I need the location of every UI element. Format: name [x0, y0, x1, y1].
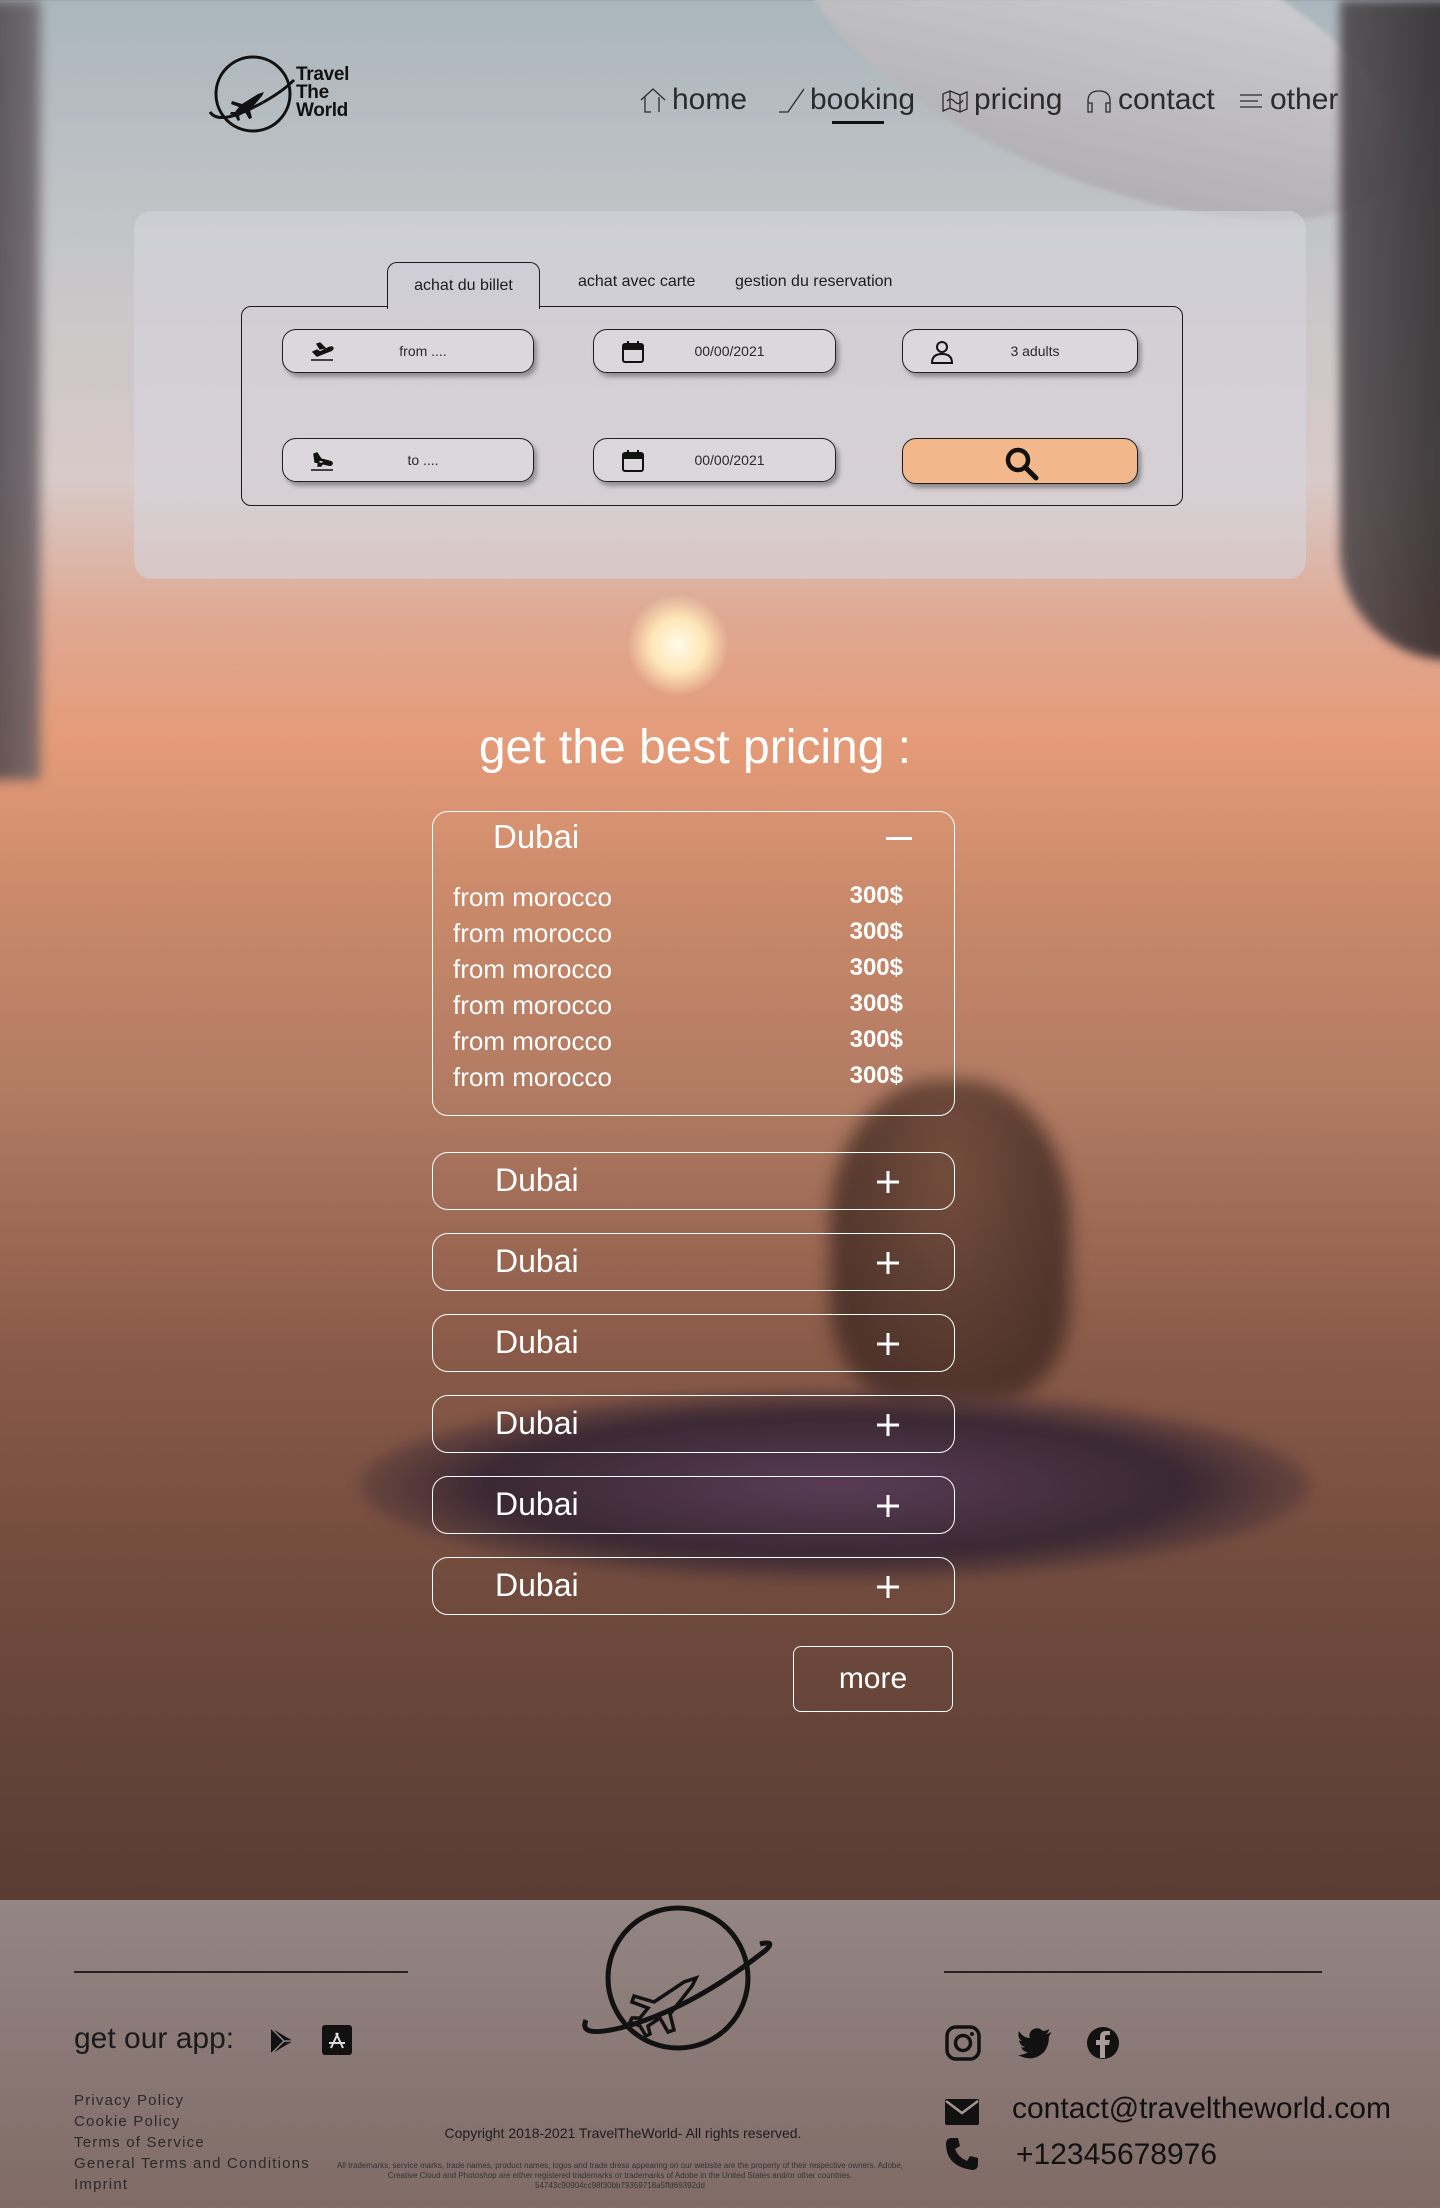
price-origin: from morocco — [453, 882, 612, 912]
price-row: from morocco 300$ — [453, 1026, 903, 1060]
destination-name: Dubai — [495, 1567, 579, 1603]
privacy-policy-link[interactable]: Privacy Policy — [74, 2090, 310, 2111]
nav-pricing-label: pricing — [974, 83, 1063, 116]
more-button[interactable]: more — [793, 1646, 953, 1712]
tab-gestion-reservation[interactable]: gestion du reservation — [735, 273, 892, 291]
pricing-accordion-open: Dubai from morocco 300$ from morocco 300$ … — [432, 811, 955, 1116]
pricing-title: get the best pricing : — [478, 721, 912, 774]
price-origin: from morocco — [453, 954, 612, 984]
depart-date-value: 00/00/2021 — [694, 343, 765, 359]
pricing-accordion[interactable]: Dubai — [432, 1233, 955, 1291]
site-footer: get our app: Privacy Policy Cookie Polic… — [0, 1900, 1440, 2208]
pricing-accordion[interactable]: Dubai — [432, 1152, 955, 1210]
search-icon — [1005, 447, 1039, 481]
instagram-icon[interactable] — [944, 2024, 982, 2062]
passengers-value: 3 adults — [1010, 343, 1060, 359]
sun-image — [628, 595, 728, 695]
to-field[interactable]: to .... — [282, 438, 534, 482]
contact-phone[interactable]: +12345678976 — [1016, 2138, 1217, 2172]
expand-plus-icon — [877, 1333, 899, 1355]
pricing-accordion[interactable]: Dubai — [432, 1557, 955, 1615]
twitter-icon[interactable] — [1016, 2024, 1054, 2062]
general-terms-link[interactable]: General Terms and Conditions — [74, 2153, 310, 2174]
return-date-field[interactable]: 00/00/2021 — [593, 438, 836, 482]
destination-name: Dubai — [495, 1162, 579, 1198]
home-icon — [640, 88, 666, 113]
price-amount: 300$ — [849, 882, 903, 909]
collapse-icon[interactable] — [886, 837, 912, 840]
nav-contact[interactable]: contact — [1084, 78, 1215, 122]
expand-plus-icon — [877, 1495, 899, 1517]
expand-plus-icon — [877, 1414, 899, 1436]
expand-plus-icon — [877, 1252, 899, 1274]
price-amount: 300$ — [849, 954, 903, 981]
pricing-accordion[interactable]: Dubai — [432, 1476, 955, 1534]
footer-links: Privacy Policy Cookie Policy Terms of Se… — [74, 2090, 310, 2195]
destination-name: Dubai — [495, 1324, 579, 1360]
price-row: from morocco 300$ — [453, 882, 903, 916]
destination-name[interactable]: Dubai — [493, 818, 579, 856]
search-button[interactable] — [902, 438, 1138, 484]
nav-other-label: other — [1270, 83, 1339, 116]
from-placeholder: from .... — [399, 343, 447, 359]
footer-divider — [74, 1971, 408, 1973]
check-icon — [779, 88, 805, 113]
passengers-field[interactable]: 3 adults — [902, 329, 1138, 373]
google-play-icon[interactable] — [266, 2026, 296, 2056]
destination-name: Dubai — [495, 1486, 579, 1522]
footer-divider — [944, 1971, 1322, 1973]
phone-icon — [946, 2138, 978, 2170]
brand-name-line: World — [296, 100, 348, 121]
price-row: from morocco 300$ — [453, 990, 903, 1024]
to-placeholder: to .... — [407, 452, 439, 468]
nav-booking-label: booking — [810, 83, 916, 116]
tab-achat-du-billet[interactable]: achat du billet — [387, 262, 540, 309]
email-icon — [945, 2099, 979, 2125]
price-row: from morocco 300$ — [453, 918, 903, 952]
expand-plus-icon — [877, 1576, 899, 1598]
globe-plane-logo-icon — [582, 1905, 773, 2051]
brand-logo[interactable]: Travel The World — [208, 52, 368, 136]
price-origin: from morocco — [453, 990, 612, 1020]
brand-name: Travel The World — [296, 65, 349, 121]
price-origin: from morocco — [453, 1026, 612, 1056]
legal-notice: All trademarks, service marks, trade nam… — [336, 2161, 904, 2190]
destination-name: Dubai — [495, 1405, 579, 1441]
price-amount: 300$ — [849, 1026, 903, 1053]
menu-icon — [1240, 94, 1262, 108]
from-field[interactable]: from .... — [282, 329, 534, 373]
return-date-value: 00/00/2021 — [694, 452, 765, 468]
nav-home[interactable]: home — [638, 78, 747, 122]
globe-plane-logo-icon — [208, 55, 296, 133]
app-store-icon[interactable] — [321, 2024, 353, 2056]
price-amount: 300$ — [849, 918, 903, 945]
site-header: Travel The World home booking pricing co… — [0, 0, 1440, 200]
price-amount: 300$ — [849, 990, 903, 1017]
price-row: from morocco 300$ — [453, 1062, 903, 1096]
facebook-icon[interactable] — [1084, 2024, 1122, 2062]
nav-pricing[interactable]: pricing — [940, 78, 1062, 122]
map-icon — [942, 90, 968, 113]
nav-contact-label: contact — [1118, 83, 1215, 116]
price-amount: 300$ — [849, 1062, 903, 1089]
contact-email[interactable]: contact@traveltheworld.com — [1012, 2092, 1391, 2126]
expand-plus-icon — [877, 1171, 899, 1193]
active-nav-indicator — [832, 121, 884, 124]
tab-achat-avec-carte[interactable]: achat avec carte — [578, 273, 695, 291]
nav-other[interactable]: other — [1236, 78, 1338, 122]
get-app-label: get our app: — [74, 2022, 235, 2055]
pricing-accordion[interactable]: Dubai — [432, 1314, 955, 1372]
price-origin: from morocco — [453, 1062, 612, 1092]
headset-icon — [1087, 90, 1111, 113]
destination-name: Dubai — [495, 1243, 579, 1279]
depart-date-field[interactable]: 00/00/2021 — [593, 329, 836, 373]
nav-booking[interactable]: booking — [776, 78, 915, 122]
price-row: from morocco 300$ — [453, 954, 903, 988]
nav-home-label: home — [672, 83, 748, 116]
price-origin: from morocco — [453, 918, 612, 948]
imprint-link[interactable]: Imprint — [74, 2174, 310, 2195]
pricing-accordion[interactable]: Dubai — [432, 1395, 955, 1453]
